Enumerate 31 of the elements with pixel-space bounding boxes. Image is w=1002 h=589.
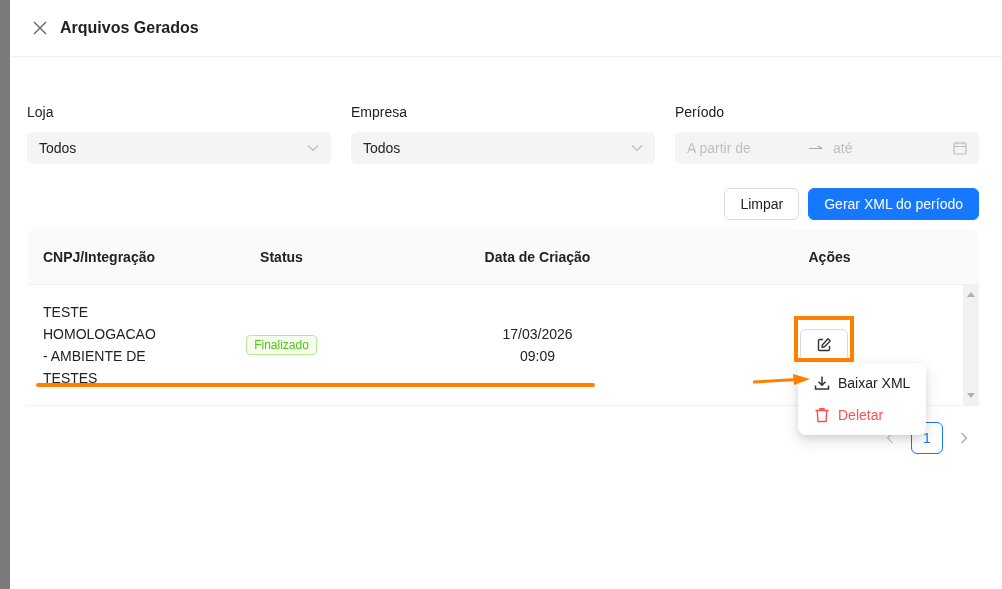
close-icon[interactable]	[33, 21, 47, 35]
status-tag: Finalizado	[246, 335, 317, 355]
generate-button[interactable]: Gerar XML do período	[808, 188, 979, 220]
next-page-icon[interactable]	[960, 432, 968, 444]
trash-icon	[814, 407, 830, 423]
field-label: Período	[675, 103, 726, 122]
select-field[interactable]: Todos	[27, 132, 331, 164]
download-icon	[814, 375, 830, 391]
chevron-down-icon	[307, 144, 319, 152]
column-header: Data de Criação	[483, 247, 592, 267]
scroll-down-icon[interactable]	[967, 393, 975, 399]
menu-item[interactable]: Baixar XML	[802, 367, 923, 399]
field-label: Loja	[27, 103, 55, 122]
annotation-arrow	[753, 373, 811, 387]
edit-button[interactable]	[799, 329, 848, 361]
column-header: CNPJ/Integração	[42, 247, 157, 267]
edit-icon	[815, 337, 832, 353]
table-cell-text: TESTE HOMOLOGACAO - AMBIENTE DE TESTES	[43, 303, 157, 388]
highlight-box	[794, 316, 854, 362]
arrow-right-icon	[809, 145, 823, 151]
calendar-icon	[953, 141, 967, 155]
select-field[interactable]: Todos	[351, 132, 655, 164]
chevron-down-icon	[631, 144, 643, 152]
field-label: Empresa	[351, 103, 409, 122]
table-cell-text: 17/03/2026 09:09	[502, 325, 573, 366]
scrollbar[interactable]	[963, 285, 979, 405]
clear-button[interactable]: Limpar	[724, 188, 800, 220]
scroll-up-icon[interactable]	[967, 291, 975, 297]
column-header: Ações	[807, 247, 852, 267]
drawer-title: Arquivos Gerados	[60, 19, 199, 37]
column-header: Status	[259, 247, 304, 267]
